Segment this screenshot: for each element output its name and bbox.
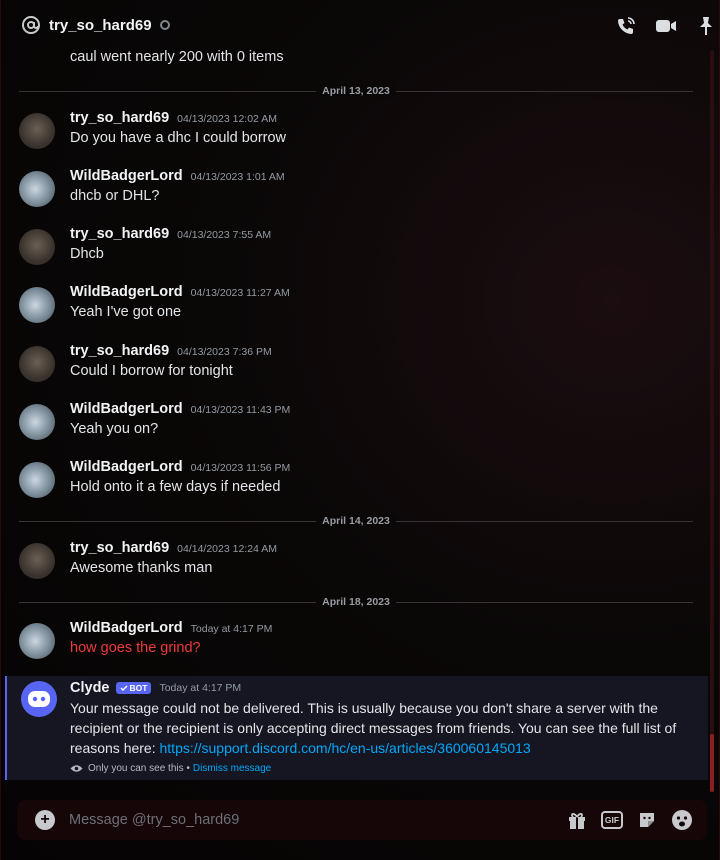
date-divider: April 13, 2023	[19, 85, 693, 97]
failed-message-text: how goes the grind?	[70, 640, 201, 656]
bot-badge-label: BOT	[129, 683, 148, 693]
clyde-message-text: Your message could not be delivered. Thi…	[70, 698, 700, 758]
avatar[interactable]	[19, 404, 55, 440]
date-divider-label: April 13, 2023	[316, 85, 396, 97]
scrollbar-track	[710, 50, 714, 792]
sticker-icon[interactable]	[636, 809, 658, 831]
avatar[interactable]	[19, 113, 55, 149]
username[interactable]: try_so_hard69	[70, 110, 169, 126]
message-input[interactable]	[69, 808, 509, 832]
date-divider-label: April 14, 2023	[316, 515, 396, 527]
at-icon	[21, 15, 41, 35]
app-frame: try_so_hard69 caul went nearly 200 with …	[0, 0, 720, 860]
gift-icon[interactable]	[566, 809, 588, 831]
timestamp: 04/13/2023 11:56 PM	[190, 462, 291, 474]
message-text: Do you have a dhc I could borrow	[70, 130, 287, 146]
scrollbar-thumb[interactable]	[710, 734, 714, 792]
video-call-icon[interactable]	[655, 15, 677, 37]
pin-icon[interactable]	[695, 15, 717, 37]
username[interactable]: WildBadgerLord	[70, 401, 183, 417]
message-text: Hold onto it a few days if needed	[70, 479, 281, 495]
support-link[interactable]: https://support.discord.com/hc/en-us/art…	[160, 740, 531, 756]
timestamp: 04/13/2023 7:36 PM	[177, 346, 272, 358]
username[interactable]: try_so_hard69	[70, 343, 169, 359]
timestamp: 04/13/2023 7:55 AM	[177, 229, 272, 241]
timestamp: 04/13/2023 11:27 AM	[190, 287, 290, 299]
verified-check-icon	[120, 685, 127, 691]
message-scrollbar[interactable]	[708, 50, 716, 792]
timestamp: 04/13/2023 12:02 AM	[177, 113, 277, 125]
avatar[interactable]	[19, 346, 55, 382]
avatar[interactable]	[19, 171, 55, 207]
dm-header: try_so_hard69	[1, 0, 720, 50]
message-text: Could I borrow for tonight	[70, 363, 233, 379]
avatar[interactable]	[19, 543, 55, 579]
bot-badge: BOT	[115, 682, 152, 694]
bot-username[interactable]: Clyde	[70, 680, 110, 696]
timestamp: 04/13/2023 11:43 PM	[190, 404, 291, 416]
avatar[interactable]	[19, 229, 55, 265]
username[interactable]: try_so_hard69	[70, 540, 169, 556]
timestamp: 04/13/2023 1:01 AM	[190, 171, 285, 183]
gif-icon[interactable]: GIF	[601, 809, 623, 831]
message-text: dhcb or DHL?	[70, 188, 160, 204]
username[interactable]: WildBadgerLord	[70, 620, 183, 636]
avatar[interactable]	[19, 623, 55, 659]
message-text: Yeah you on?	[70, 421, 159, 437]
voice-call-icon[interactable]	[615, 15, 637, 37]
eye-icon	[70, 764, 83, 773]
emoji-icon[interactable]	[671, 809, 693, 831]
avatar[interactable]	[19, 462, 55, 498]
message-text: Dhcb	[70, 246, 104, 262]
date-divider-label: April 18, 2023	[316, 596, 396, 608]
offline-status-icon	[159, 20, 170, 30]
timestamp: Today at 4:17 PM	[159, 682, 242, 694]
message-text: Awesome thanks man	[70, 560, 213, 576]
ephemeral-notice: Only you can see this • Dismiss message	[70, 763, 271, 774]
dm-recipient-name[interactable]: try_so_hard69	[49, 17, 152, 34]
ephemeral-note: Only you can see this •	[88, 763, 190, 774]
plus-icon[interactable]: +	[35, 810, 55, 830]
clyde-avatar[interactable]	[21, 681, 57, 717]
dismiss-message-link[interactable]: Dismiss message	[193, 763, 271, 774]
message-text: Yeah I've got one	[70, 304, 182, 320]
username[interactable]: WildBadgerLord	[70, 284, 183, 300]
header-toolbar	[615, 15, 717, 37]
username[interactable]: WildBadgerLord	[70, 459, 183, 475]
message-text: caul went nearly 200 with 0 items	[70, 49, 284, 65]
username[interactable]: try_so_hard69	[70, 226, 169, 242]
message-composer: + GIF	[17, 800, 707, 840]
clyde-ephemeral-message: Clyde BOT Today at 4:17 PM Your message …	[5, 676, 708, 780]
username[interactable]: WildBadgerLord	[70, 168, 183, 184]
date-divider: April 18, 2023	[19, 596, 693, 608]
composer-toolbar: GIF	[566, 809, 693, 831]
date-divider: April 14, 2023	[19, 515, 693, 527]
avatar[interactable]	[19, 287, 55, 323]
timestamp: Today at 4:17 PM	[190, 623, 273, 635]
timestamp: 04/14/2023 12:24 AM	[177, 543, 277, 555]
